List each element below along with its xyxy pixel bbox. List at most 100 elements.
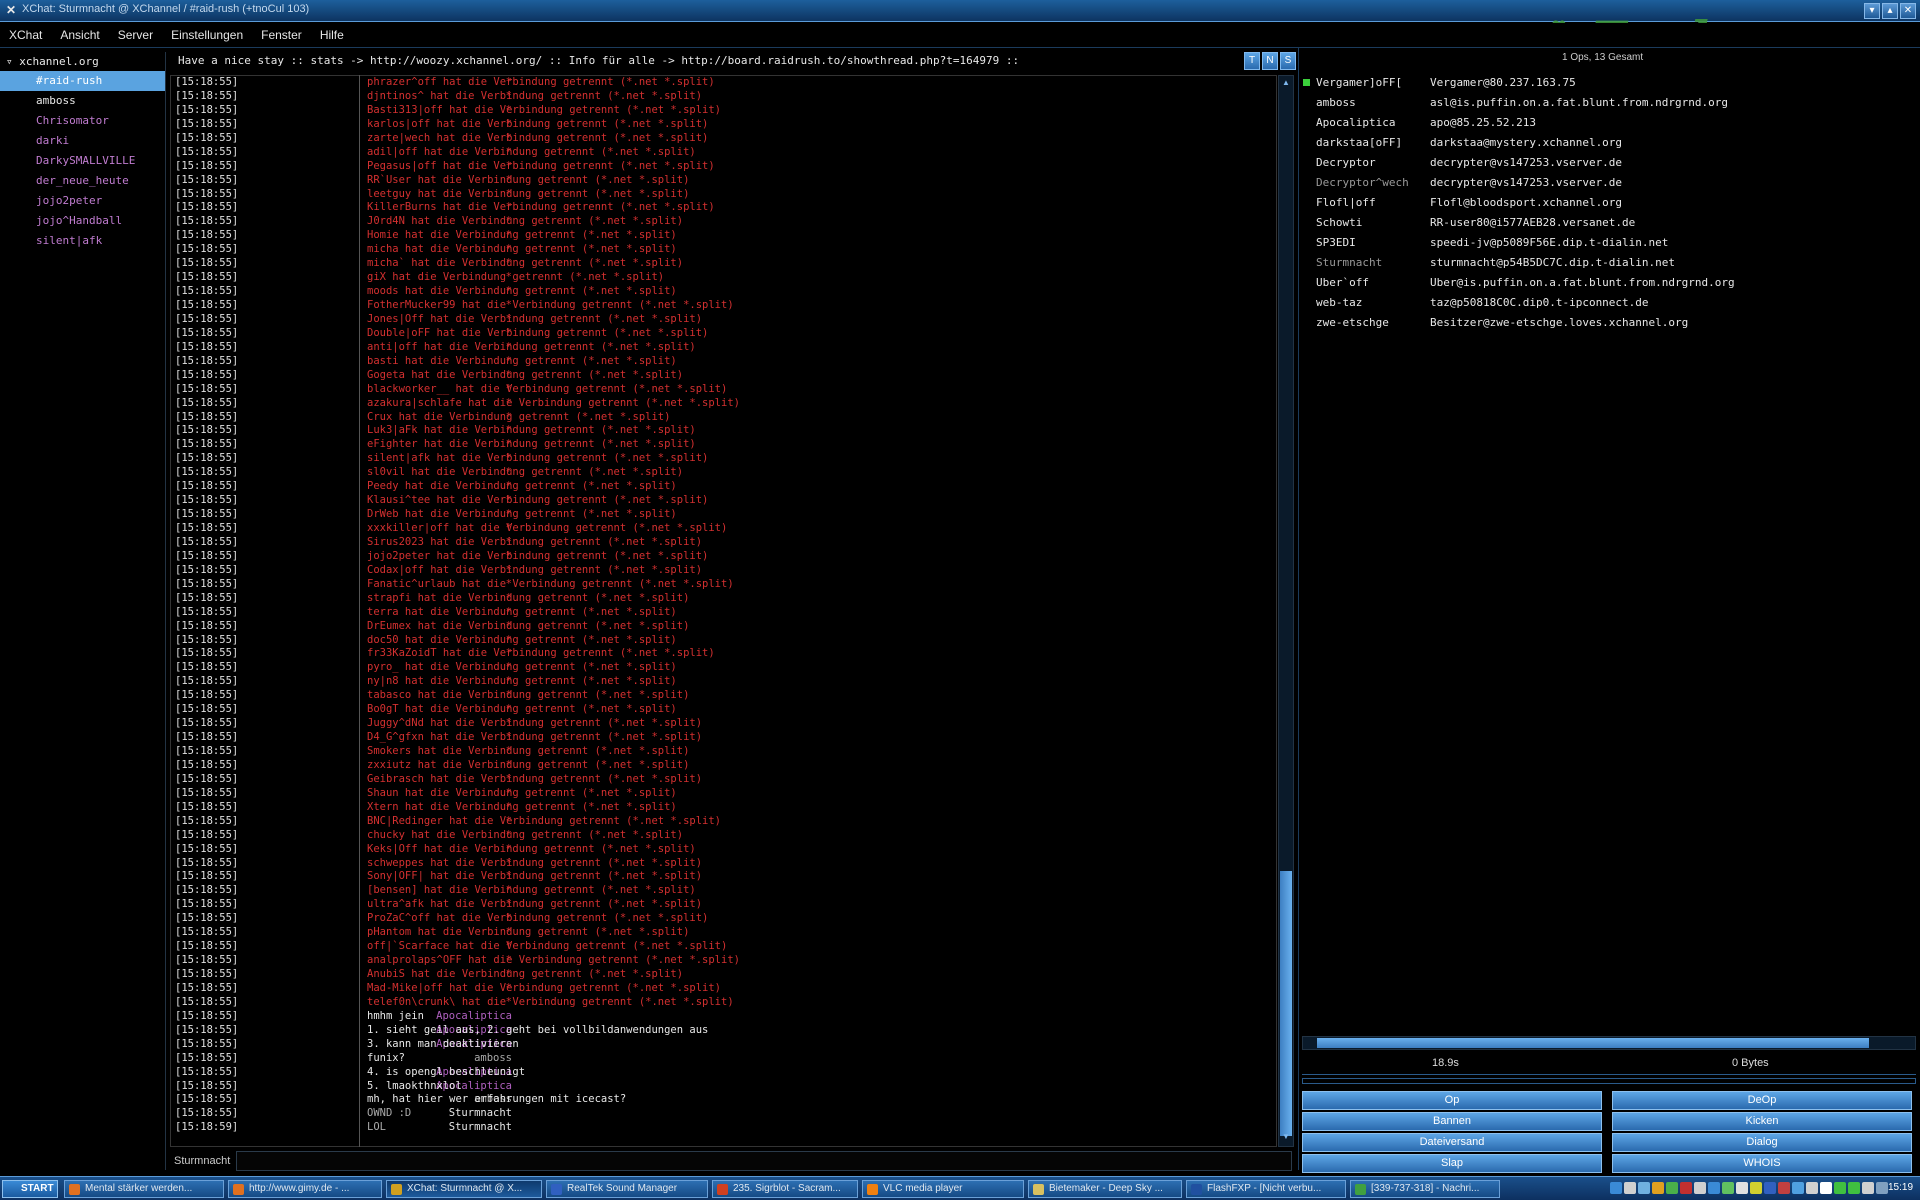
user-nick[interactable]: Flofl|off — [1316, 196, 1376, 209]
user-nick[interactable]: Apocaliptica — [1316, 116, 1395, 129]
server-node[interactable]: ▿ xchannel.org — [0, 52, 165, 71]
channel-item[interactable]: #raid-rush — [0, 71, 165, 91]
user-nick[interactable]: Decryptor — [1316, 156, 1376, 169]
topic-text[interactable]: Have a nice stay :: stats -> http://wooz… — [178, 54, 1019, 67]
menu-xchat[interactable]: XChat — [0, 23, 51, 42]
chat-scrollbar[interactable]: ▲ ▼ — [1278, 75, 1294, 1147]
user-row[interactable]: SP3EDI speedi-jv@p5089F56E.dip.t-dialin.n… — [1302, 236, 1916, 256]
chat-message: ultra^afk hat die Verbindung getrennt (*… — [367, 898, 703, 911]
user-nick[interactable]: web-taz — [1316, 296, 1362, 309]
user-nick[interactable]: Sturmnacht — [1316, 256, 1382, 269]
action-deop-button[interactable]: DeOp — [1612, 1091, 1912, 1110]
channel-item[interactable]: der_neue_heute — [0, 171, 165, 191]
tray-icon[interactable] — [1666, 1182, 1678, 1194]
userlist-hscrollbar[interactable] — [1302, 1036, 1916, 1050]
menu-server[interactable]: Server — [109, 23, 162, 42]
taskbar-item[interactable]: [339-737-318] - Nachri... — [1350, 1180, 1500, 1198]
channel-item[interactable]: darki — [0, 131, 165, 151]
channel-item[interactable]: jojo2peter — [0, 191, 165, 211]
menu-ansicht[interactable]: Ansicht — [51, 23, 108, 42]
menu-einstellungen[interactable]: Einstellungen — [162, 23, 252, 42]
taskbar-item[interactable]: http://www.gimy.de - ... — [228, 1180, 382, 1198]
user-row[interactable]: Uber`off Uber@is.puffin.on.a.fat.blunt.fr… — [1302, 276, 1916, 296]
user-row[interactable]: web-taz taz@p50818C0C.dip0.t-ipconnect.de — [1302, 296, 1916, 316]
mode-button-s[interactable]: S — [1280, 52, 1296, 70]
input-nick-button[interactable]: Sturmnacht — [174, 1155, 230, 1167]
tray-icon[interactable] — [1820, 1182, 1832, 1194]
channel-item[interactable]: jojo^Handball — [0, 211, 165, 231]
user-row[interactable]: Flofl|off Flofl@bloodsport.xchannel.org — [1302, 196, 1916, 216]
action-op-button[interactable]: Op — [1302, 1091, 1602, 1110]
chat-nick[interactable]: Sturmnacht — [449, 1107, 512, 1119]
start-button[interactable]: START — [2, 1180, 58, 1198]
tray-icon[interactable] — [1638, 1182, 1650, 1194]
user-nick[interactable]: Decryptor^wech — [1316, 176, 1409, 189]
taskbar-item[interactable]: XChat: Sturmnacht @ X... — [386, 1180, 542, 1198]
channel-item[interactable]: DarkySMALLVILLE — [0, 151, 165, 171]
taskbar-item[interactable]: Bietemaker - Deep Sky ... — [1028, 1180, 1182, 1198]
mode-button-n[interactable]: N — [1262, 52, 1278, 70]
tray-icon[interactable] — [1778, 1182, 1790, 1194]
chat-nick[interactable]: Sturmnacht — [449, 1121, 512, 1133]
menu-fenster[interactable]: Fenster — [252, 23, 311, 42]
taskbar-item[interactable]: RealTek Sound Manager — [546, 1180, 708, 1198]
tray-icon[interactable] — [1848, 1182, 1860, 1194]
taskbar-item[interactable]: 235. Sigrblot - Sacram... — [712, 1180, 858, 1198]
tray-icon[interactable] — [1736, 1182, 1748, 1194]
tray-icon[interactable] — [1652, 1182, 1664, 1194]
tray-icon[interactable] — [1750, 1182, 1762, 1194]
tray-icon[interactable] — [1680, 1182, 1692, 1194]
close-button[interactable]: ✕ — [1900, 3, 1916, 19]
tray-icon[interactable] — [1708, 1182, 1720, 1194]
expand-arrow-icon[interactable]: ▿ — [6, 55, 19, 68]
user-nick[interactable]: zwe-etschge — [1316, 316, 1389, 329]
action-dateiversand-button[interactable]: Dateiversand — [1302, 1133, 1602, 1152]
taskbar-item[interactable]: FlashFXP - [Nicht verbu... — [1186, 1180, 1346, 1198]
user-row[interactable]: Decryptor decrypter@vs147253.vserver.de — [1302, 156, 1916, 176]
chat-nick[interactable]: amboss — [474, 1052, 512, 1064]
user-nick[interactable]: Vergamer]oFF[ — [1316, 76, 1402, 89]
chat-scroll-thumb[interactable] — [1280, 871, 1292, 1136]
channel-item[interactable]: amboss — [0, 91, 165, 111]
action-bannen-button[interactable]: Bannen — [1302, 1112, 1602, 1131]
tray-icon[interactable] — [1876, 1182, 1888, 1194]
action-dialog-button[interactable]: Dialog — [1612, 1133, 1912, 1152]
message-input[interactable] — [236, 1151, 1292, 1171]
user-row[interactable]: darkstaa[oFF] darkstaa@mystery.xchannel.o… — [1302, 136, 1916, 156]
channel-item[interactable]: silent|afk — [0, 231, 165, 251]
user-row[interactable]: Sturmnacht sturmnacht@p54B5DC7C.dip.t-dia… — [1302, 256, 1916, 276]
user-nick[interactable]: Uber`off — [1316, 276, 1369, 289]
taskbar-item[interactable]: Mental stärker werden... — [64, 1180, 224, 1198]
user-row[interactable]: Schowti RR-user80@i577AEB28.versanet.de — [1302, 216, 1916, 236]
tray-icon[interactable] — [1862, 1182, 1874, 1194]
tray-icon[interactable] — [1694, 1182, 1706, 1194]
tray-icon[interactable] — [1624, 1182, 1636, 1194]
menu-hilfe[interactable]: Hilfe — [311, 23, 353, 42]
action-kicken-button[interactable]: Kicken — [1612, 1112, 1912, 1131]
mode-button-t[interactable]: T — [1244, 52, 1260, 70]
user-row[interactable]: Vergamer]oFF[Vergamer@80.237.163.75 — [1302, 76, 1916, 96]
tray-icon[interactable] — [1610, 1182, 1622, 1194]
tray-icon[interactable] — [1764, 1182, 1776, 1194]
tray-icon[interactable] — [1722, 1182, 1734, 1194]
scroll-up-icon[interactable]: ▲ — [1280, 78, 1292, 90]
user-nick[interactable]: amboss — [1316, 96, 1356, 109]
action-whois-button[interactable]: WHOIS — [1612, 1154, 1912, 1173]
chat-nick[interactable]: Apocaliptica — [436, 1010, 512, 1022]
user-row[interactable]: Apocaliptica apo@85.25.52.213 — [1302, 116, 1916, 136]
user-nick[interactable]: SP3EDI — [1316, 236, 1356, 249]
user-row[interactable]: zwe-etschge Besitzer@zwe-etschge.loves.xc… — [1302, 316, 1916, 336]
user-nick[interactable]: darkstaa[oFF] — [1316, 136, 1402, 149]
tray-icon[interactable] — [1834, 1182, 1846, 1194]
userlist-scroll-thumb[interactable] — [1317, 1038, 1869, 1048]
user-row[interactable]: Decryptor^wech decrypter@vs147253.vserver… — [1302, 176, 1916, 196]
taskbar-item[interactable]: VLC media player — [862, 1180, 1024, 1198]
tray-icon[interactable] — [1792, 1182, 1804, 1194]
user-row[interactable]: amboss asl@is.puffin.on.a.fat.blunt.from.… — [1302, 96, 1916, 116]
action-slap-button[interactable]: Slap — [1302, 1154, 1602, 1173]
channel-item[interactable]: Chrisomator — [0, 111, 165, 131]
scroll-down-icon[interactable]: ▼ — [1280, 1132, 1292, 1144]
nick-separator[interactable] — [359, 75, 360, 1147]
user-nick[interactable]: Schowti — [1316, 216, 1362, 229]
tray-icon[interactable] — [1806, 1182, 1818, 1194]
